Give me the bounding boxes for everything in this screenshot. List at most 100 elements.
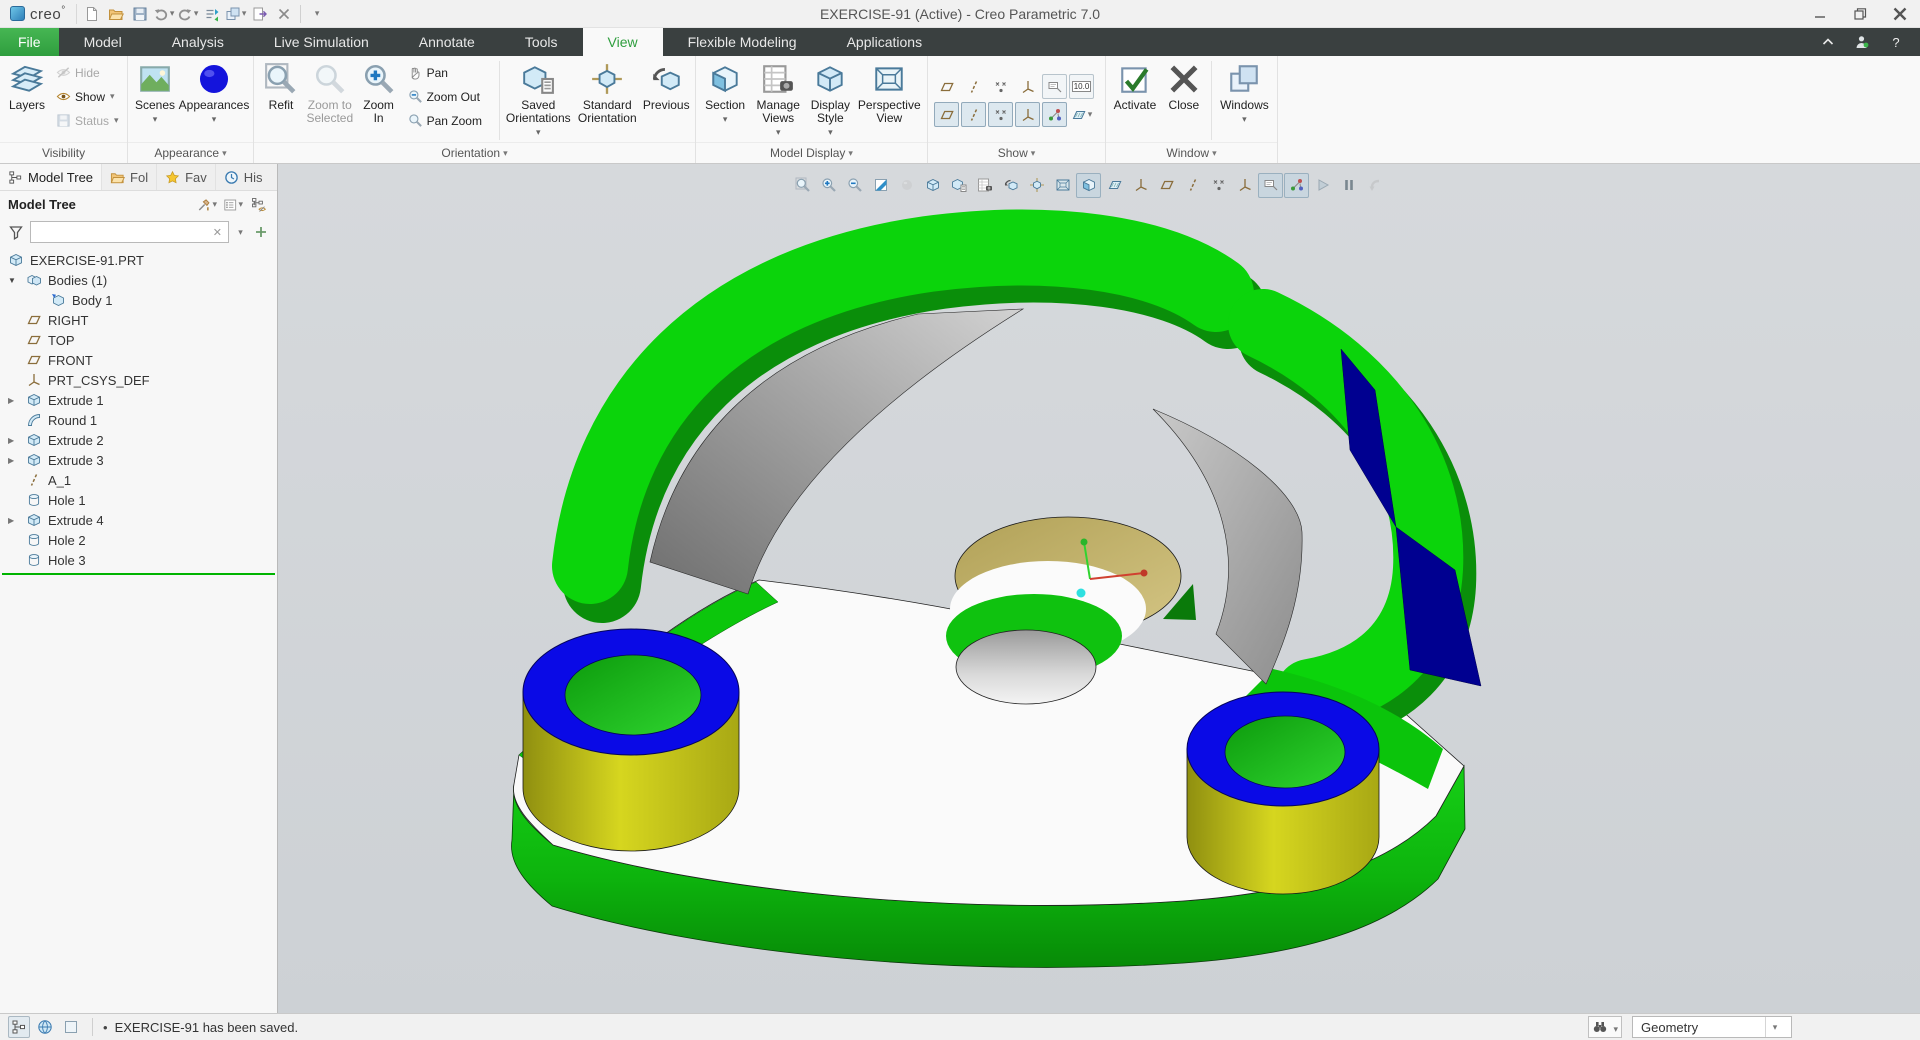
tab-favorites[interactable]: Fav: [157, 164, 216, 190]
tab-live-simulation[interactable]: Live Simulation: [249, 28, 394, 56]
minimize-button[interactable]: [1800, 0, 1840, 27]
insertion-indicator[interactable]: [2, 573, 275, 575]
csys-display-icon[interactable]: [1232, 173, 1257, 198]
user-account-icon[interactable]: [1852, 32, 1872, 52]
tree-row-front-plane[interactable]: FRONT: [0, 350, 277, 370]
inner-wall-right[interactable]: [1152, 408, 1303, 685]
spin-center-icon[interactable]: [894, 173, 919, 198]
tab-view[interactable]: View: [582, 28, 663, 56]
axis-display-icon[interactable]: [1180, 173, 1205, 198]
tab-folder-browser[interactable]: Fol: [102, 164, 158, 190]
tree-tools-icon[interactable]: [197, 195, 217, 215]
axis-tag-display-toggle[interactable]: [961, 102, 986, 127]
3d-model[interactable]: [278, 164, 1920, 1014]
zoom-out-button[interactable]: Zoom Out: [403, 85, 495, 108]
close-window-button[interactable]: [273, 3, 295, 25]
status-button[interactable]: Status: [51, 109, 124, 132]
perspective-icon[interactable]: [1050, 173, 1075, 198]
layers-button[interactable]: Layers: [4, 59, 50, 142]
scenes-button[interactable]: Scenes: [132, 59, 178, 142]
open-button[interactable]: [105, 3, 127, 25]
model-tree-toggle-icon[interactable]: [8, 1016, 30, 1038]
web-browser-icon[interactable]: [34, 1016, 56, 1038]
repaint-icon[interactable]: [868, 173, 893, 198]
selection-filter-caret[interactable]: [1765, 1017, 1783, 1037]
annotation-display-toggle[interactable]: [1042, 74, 1067, 99]
zoom-in-icon[interactable]: [816, 173, 841, 198]
center-hole[interactable]: [955, 629, 1097, 705]
xsec-hatch-icon[interactable]: [1102, 173, 1127, 198]
tree-row-hole2[interactable]: Hole 2: [0, 530, 277, 550]
point-display-toggle[interactable]: [988, 74, 1013, 99]
redo-button[interactable]: [177, 3, 199, 25]
add-filter-icon[interactable]: [251, 222, 271, 242]
tab-history[interactable]: His: [216, 164, 271, 190]
selection-filter-dropdown[interactable]: Geometry: [1632, 1016, 1792, 1038]
minimize-ribbon-icon[interactable]: [1818, 32, 1838, 52]
view-manager-icon[interactable]: [972, 173, 997, 198]
windows-button[interactable]: Windows: [1216, 59, 1273, 142]
tree-row-extrude4[interactable]: Extrude 4: [0, 510, 277, 530]
tree-row-body1[interactable]: Body 1: [0, 290, 277, 310]
tree-row-extrude3[interactable]: Extrude 3: [0, 450, 277, 470]
pan-zoom-button[interactable]: Pan Zoom: [403, 109, 495, 132]
tree-row-extrude1[interactable]: Extrude 1: [0, 390, 277, 410]
expand-icon[interactable]: [8, 516, 26, 525]
tree-display-options-icon[interactable]: [223, 195, 243, 215]
hide-button[interactable]: Hide: [51, 61, 124, 84]
saved-orientations-icon[interactable]: [946, 173, 971, 198]
restore-button[interactable]: [1840, 0, 1880, 27]
standard-orientation-button[interactable]: Standard Orientation: [574, 59, 640, 142]
tab-annotate[interactable]: Annotate: [394, 28, 500, 56]
zoom-in-button[interactable]: Zoom In: [356, 59, 402, 142]
tree-search-input[interactable]: [35, 225, 211, 239]
right-boss[interactable]: [1186, 691, 1380, 895]
tab-model-tree[interactable]: Model Tree: [0, 164, 103, 190]
point-display-icon[interactable]: [1206, 173, 1231, 198]
customize-quick-access-button[interactable]: [306, 3, 328, 25]
clear-search-icon[interactable]: ✕: [211, 226, 224, 239]
tab-file[interactable]: File: [0, 28, 59, 56]
tab-applications[interactable]: Applications: [822, 28, 948, 56]
collapse-icon[interactable]: [8, 276, 26, 285]
graphics-area[interactable]: [278, 164, 1920, 1013]
3d-dragger-toggle[interactable]: [1042, 102, 1067, 127]
save-button[interactable]: [129, 3, 151, 25]
3d-dragger-icon[interactable]: [1284, 172, 1309, 198]
tree-row-a1-axis[interactable]: A_1: [0, 470, 277, 490]
tab-analysis[interactable]: Analysis: [147, 28, 249, 56]
analysis-icon[interactable]: [1310, 173, 1335, 198]
expand-icon[interactable]: [8, 436, 26, 445]
saved-orientations-button[interactable]: Saved Orientations: [503, 59, 573, 142]
section-button[interactable]: Section: [700, 59, 750, 142]
left-boss[interactable]: [522, 628, 740, 852]
new-file-button[interactable]: [81, 3, 103, 25]
axis-display-toggle[interactable]: [961, 74, 986, 99]
undo-button[interactable]: [153, 3, 175, 25]
show-button[interactable]: Show: [51, 85, 124, 108]
exit-transient-mode-icon[interactable]: [1362, 173, 1387, 198]
activate-button[interactable]: Activate: [1110, 59, 1160, 142]
tab-flexible-modeling[interactable]: Flexible Modeling: [663, 28, 822, 56]
export-button[interactable]: [249, 3, 271, 25]
dim-tolerance-display-toggle[interactable]: 10.0: [1069, 74, 1094, 99]
close-button[interactable]: [1880, 0, 1920, 27]
csys-tag-display-toggle[interactable]: [1015, 102, 1040, 127]
pan-button[interactable]: Pan: [403, 61, 495, 84]
display-style-icon[interactable]: [920, 173, 945, 198]
filter-dropdown-icon[interactable]: [233, 222, 247, 242]
display-style-button[interactable]: Display Style: [806, 59, 854, 142]
tree-row-extrude2[interactable]: Extrude 2: [0, 430, 277, 450]
tab-tools[interactable]: Tools: [500, 28, 583, 56]
filter-funnel-icon[interactable]: [6, 222, 26, 242]
plane-tag-display-toggle[interactable]: [934, 102, 959, 127]
csys-display-toggle[interactable]: [1015, 74, 1040, 99]
tree-row-hole1[interactable]: Hole 1: [0, 490, 277, 510]
section-view-icon[interactable]: [1076, 172, 1101, 198]
tree-row-round1[interactable]: Round 1: [0, 410, 277, 430]
refit-button[interactable]: Refit: [258, 59, 304, 142]
manage-views-button[interactable]: Manage Views: [751, 59, 805, 142]
show-hide-columns-icon[interactable]: [249, 195, 269, 215]
shaded-section-toggle[interactable]: [1069, 102, 1094, 127]
find-tool[interactable]: [1588, 1016, 1622, 1038]
